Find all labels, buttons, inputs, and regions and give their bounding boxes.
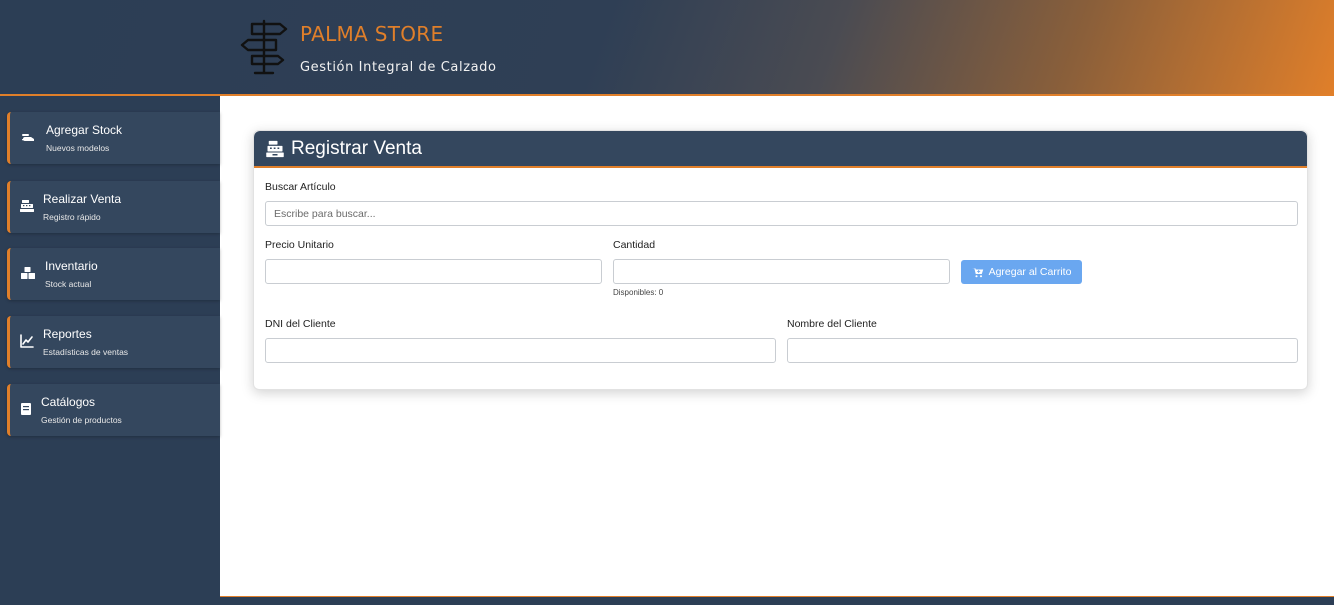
cash-register-icon [20, 200, 34, 212]
register-sale-card: Registrar Venta Buscar Artículo Precio U… [253, 130, 1308, 390]
sidebar-item-sub: Gestión de productos [41, 415, 122, 425]
cash-register-icon [266, 140, 284, 158]
sidebar-item-label: Catálogos [41, 395, 96, 409]
card-header: Registrar Venta [254, 131, 1307, 168]
chart-line-icon [20, 334, 34, 348]
quantity-input[interactable] [613, 259, 950, 284]
sidebar-item-sub: Registro rápido [43, 212, 101, 222]
client-name-input[interactable] [787, 338, 1298, 363]
shoe-icon [22, 134, 34, 141]
dni-label: DNI del Cliente [265, 318, 336, 330]
book-icon [21, 403, 31, 415]
app-header: PALMA STORE Gestión Integral de Calzado [0, 0, 1334, 96]
card-title: Registrar Venta [291, 138, 422, 159]
sidebar-item-sub: Stock actual [45, 279, 92, 289]
sidebar-item-reportes[interactable]: Reportes Estadísticas de ventas [7, 316, 220, 368]
sidebar-item-catalogos[interactable]: Catálogos Gestión de productos [7, 384, 220, 436]
client-dni-input[interactable] [265, 338, 776, 363]
boxes-icon [21, 267, 35, 279]
sidebar-item-label: Realizar Venta [43, 192, 122, 206]
brand-title: PALMA STORE [300, 22, 444, 46]
sidebar-item-label: Agregar Stock [46, 123, 123, 137]
sidebar-item-inventario[interactable]: Inventario Stock actual [7, 248, 220, 300]
available-stock-text: Disponibles: 0 [613, 288, 664, 297]
sidebar-item-agregar-stock[interactable]: Agregar Stock Nuevos modelos [7, 112, 220, 164]
add-to-cart-button[interactable]: Agregar al Carrito [961, 260, 1082, 284]
client-name-label: Nombre del Cliente [787, 318, 877, 330]
footer-bar [220, 596, 1334, 605]
signpost-icon [240, 19, 288, 75]
add-to-cart-label: Agregar al Carrito [988, 266, 1072, 278]
price-label: Precio Unitario [265, 239, 334, 251]
sidebar-item-realizar-venta[interactable]: Realizar Venta Registro rápido [7, 181, 220, 233]
brand-subtitle: Gestión Integral de Calzado [300, 60, 497, 75]
sidebar-item-label: Inventario [45, 259, 98, 273]
cart-plus-icon [971, 267, 983, 277]
search-input[interactable] [265, 201, 1298, 226]
sidebar: Agregar Stock Nuevos modelos Realizar Ve… [0, 96, 220, 605]
sidebar-item-label: Reportes [43, 327, 92, 341]
sidebar-item-sub: Estadísticas de ventas [43, 347, 129, 357]
search-label: Buscar Artículo [265, 181, 336, 193]
quantity-label: Cantidad [613, 239, 656, 251]
unit-price-input[interactable] [265, 259, 602, 284]
sidebar-item-sub: Nuevos modelos [46, 143, 110, 153]
